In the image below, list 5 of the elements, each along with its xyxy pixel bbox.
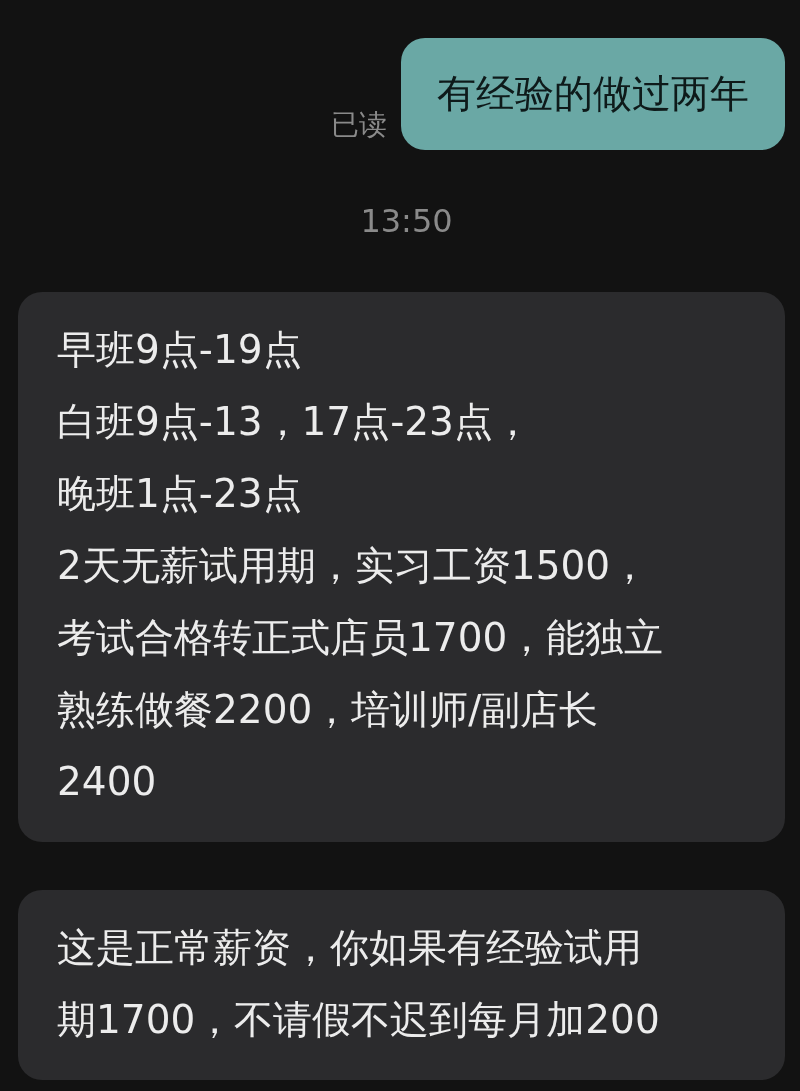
read-receipt: 已读 (331, 107, 387, 143)
received-message-bubble: 早班9点-19点 白班9点-13，17点-23点， 晚班1点-23点 2天无薪试用期，实习工资1500， 考试合格转正式店员1700，能独立 熟练做餐2200，培训师/副店长 2400 (18, 292, 785, 842)
message-timestamp: 13:50 (359, 202, 453, 240)
sent-message-bubble: 有经验的做过两年 (401, 38, 785, 150)
received-message-bubble: 这是正常薪资，你如果有经验试用 期1700，不请假不迟到每月加200 (18, 890, 785, 1080)
